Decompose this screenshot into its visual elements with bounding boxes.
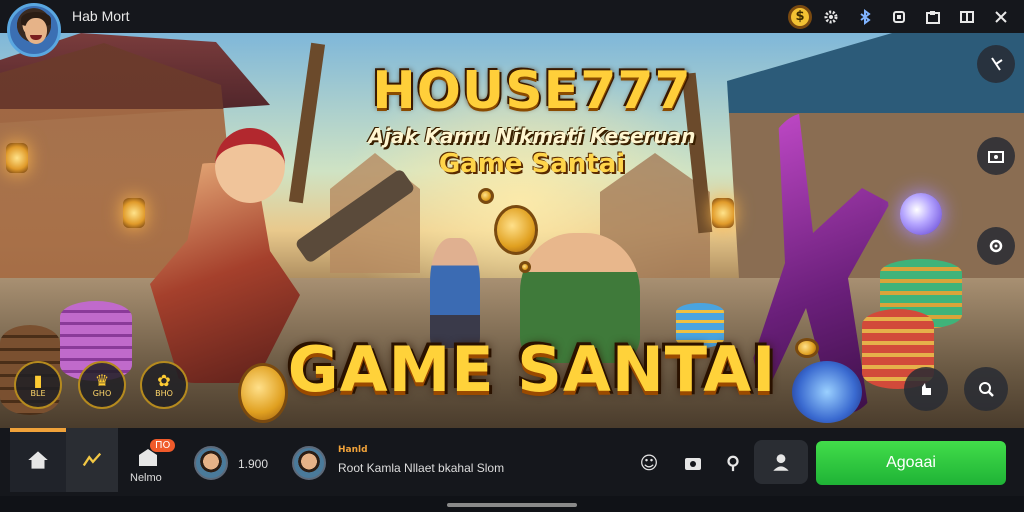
bluetooth-icon[interactable] bbox=[848, 0, 882, 33]
zoom-icon bbox=[979, 382, 994, 397]
hand-button[interactable] bbox=[904, 367, 948, 411]
chat-avatar[interactable] bbox=[292, 446, 326, 480]
notification-badge: ПО bbox=[150, 439, 176, 452]
round-button-box[interactable]: ▮ BLE bbox=[14, 361, 62, 409]
camera-button[interactable] bbox=[977, 137, 1015, 175]
primary-action-button[interactable]: Agoaai bbox=[816, 441, 1006, 485]
lantern-icon bbox=[712, 198, 734, 228]
split-icon[interactable] bbox=[950, 0, 984, 33]
coin-icon bbox=[478, 188, 494, 204]
game-app-window: Hab Mort $ HOUSE777 Ajak Kamu Nikmati Ke… bbox=[0, 0, 1024, 512]
compass-icon bbox=[991, 57, 1003, 71]
notification-button[interactable]: ПО Nelmo bbox=[130, 439, 176, 484]
lantern-icon bbox=[123, 198, 145, 228]
screenshot-icon[interactable] bbox=[916, 0, 950, 33]
hand-icon bbox=[922, 383, 931, 395]
chart-icon bbox=[82, 452, 102, 467]
camera-icon[interactable] bbox=[682, 452, 704, 474]
kid-character bbox=[430, 238, 480, 348]
close-icon[interactable] bbox=[984, 0, 1018, 33]
search-icon bbox=[989, 239, 1003, 253]
player-count: 1.900 bbox=[238, 457, 269, 471]
app-title: Hab Mort bbox=[72, 8, 130, 24]
round-button-label: BLE bbox=[30, 388, 46, 398]
bottom-bar: ПО Nelmo 1.900 Hanld Root Kamla Nllaet b… bbox=[0, 428, 1024, 496]
round-button-label: GHO bbox=[92, 388, 112, 398]
top-bar-icons: $ bbox=[780, 0, 1018, 33]
chat-message[interactable]: Root Kamla Nllaet bkahal Slom bbox=[338, 461, 504, 475]
emoji-icon[interactable]: ☺ bbox=[638, 452, 660, 474]
home-indicator[interactable] bbox=[447, 503, 577, 507]
box-icon: ▮ bbox=[33, 370, 43, 390]
banner-subtitle: Ajak Kamu Nikmati Keseruan bbox=[368, 124, 696, 148]
location-icon[interactable] bbox=[722, 452, 744, 474]
magic-orb bbox=[900, 193, 942, 235]
coin-icon bbox=[494, 205, 538, 255]
search-button[interactable] bbox=[977, 227, 1015, 265]
round-button-trophy[interactable]: ♛ GHO bbox=[78, 361, 126, 409]
banner-title: HOUSE777 bbox=[372, 61, 692, 121]
copy-icon[interactable] bbox=[882, 0, 916, 33]
home-icon bbox=[28, 451, 48, 469]
round-button-gift[interactable]: ✿ BHO bbox=[140, 361, 188, 409]
round-button-label: BHO bbox=[155, 388, 173, 398]
compass-button[interactable] bbox=[977, 45, 1015, 83]
coin-icon[interactable]: $ bbox=[788, 4, 812, 29]
coin-icon bbox=[519, 261, 531, 273]
user-icon bbox=[773, 454, 789, 471]
banner-tagline: Game Santai bbox=[438, 149, 626, 179]
top-bar: Hab Mort $ bbox=[0, 0, 1024, 33]
profile-avatar[interactable] bbox=[7, 3, 61, 57]
chat-sender-name: Hanld bbox=[338, 445, 368, 455]
gift-icon: ✿ bbox=[157, 370, 171, 390]
notification-label: Nelmo bbox=[130, 472, 162, 484]
home-tab[interactable] bbox=[10, 428, 78, 492]
camera-icon bbox=[988, 151, 1004, 163]
zoom-button[interactable] bbox=[964, 367, 1008, 411]
promo-banner[interactable]: HOUSE777 Ajak Kamu Nikmati Keseruan Game… bbox=[0, 33, 1024, 428]
user-button[interactable] bbox=[754, 440, 808, 484]
activity-tab[interactable] bbox=[66, 428, 118, 492]
trophy-icon: ♛ bbox=[94, 370, 110, 390]
player-avatar[interactable] bbox=[194, 446, 228, 480]
settings-icon[interactable] bbox=[814, 0, 848, 33]
